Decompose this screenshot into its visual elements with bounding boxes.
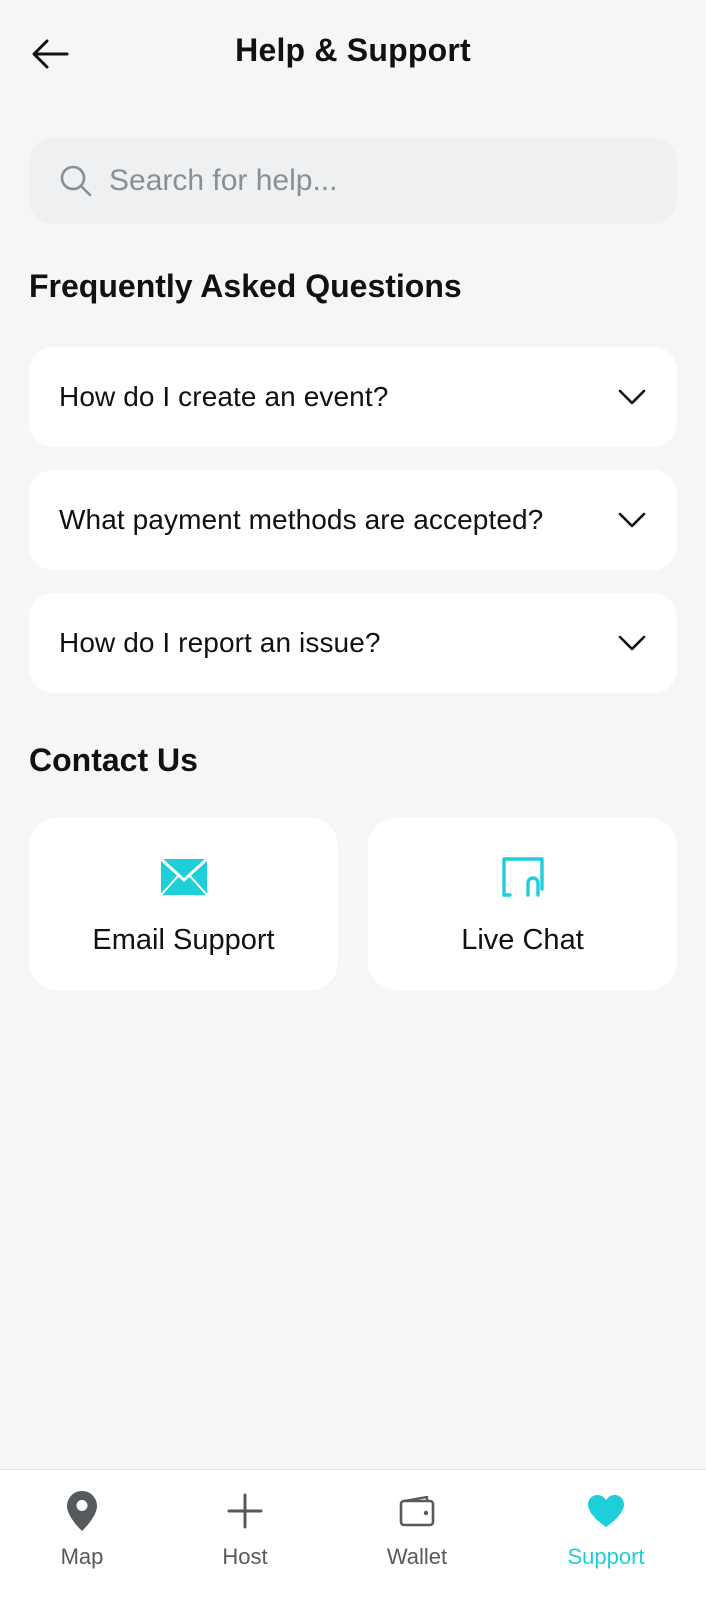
search-input[interactable] [109, 151, 649, 211]
email-support-label: Email Support [92, 923, 275, 956]
faq-item-create-event[interactable]: How do I create an event? [29, 347, 677, 447]
faq-question: How do I report an issue? [59, 627, 381, 658]
nav-item-support[interactable]: Support [536, 1488, 676, 1588]
heart-icon [588, 1495, 624, 1527]
plus-icon [227, 1493, 263, 1529]
faq-item-payment-methods[interactable]: What payment methods are accepted? [29, 470, 677, 570]
nav-label: Host [222, 1544, 268, 1569]
nav-item-map[interactable]: Map [12, 1488, 152, 1588]
map-pin-icon [67, 1491, 97, 1531]
search-bar[interactable] [29, 138, 677, 224]
faq-title: Frequently Asked Questions [29, 268, 462, 304]
help-support-screen: Help & Support Frequently Asked Question… [0, 0, 706, 1600]
nav-item-wallet[interactable]: Wallet [347, 1488, 487, 1588]
search-icon [60, 165, 92, 197]
page-title: Help & Support [235, 32, 471, 68]
bottom-nav: Map Host Wallet Support [0, 1469, 706, 1600]
live-chat-label: Live Chat [461, 923, 584, 956]
chevron-down-icon [618, 635, 646, 651]
nav-item-host[interactable]: Host [175, 1488, 315, 1588]
faq-question: How do I create an event? [59, 381, 389, 412]
chat-icon [501, 856, 544, 897]
mail-icon [159, 857, 208, 896]
chevron-down-icon [618, 389, 646, 405]
wallet-icon [399, 1495, 435, 1527]
live-chat-card[interactable]: Live Chat [368, 818, 677, 990]
header: Help & Support [0, 0, 706, 108]
email-support-card[interactable]: Email Support [29, 818, 338, 990]
faq-item-report-issue[interactable]: How do I report an issue? [29, 593, 677, 693]
chevron-down-icon [618, 512, 646, 528]
contact-title: Contact Us [29, 742, 198, 778]
nav-label: Support [567, 1544, 645, 1569]
nav-label: Wallet [386, 1544, 448, 1569]
nav-label: Map [60, 1544, 104, 1569]
faq-question: What payment methods are accepted? [59, 504, 544, 535]
